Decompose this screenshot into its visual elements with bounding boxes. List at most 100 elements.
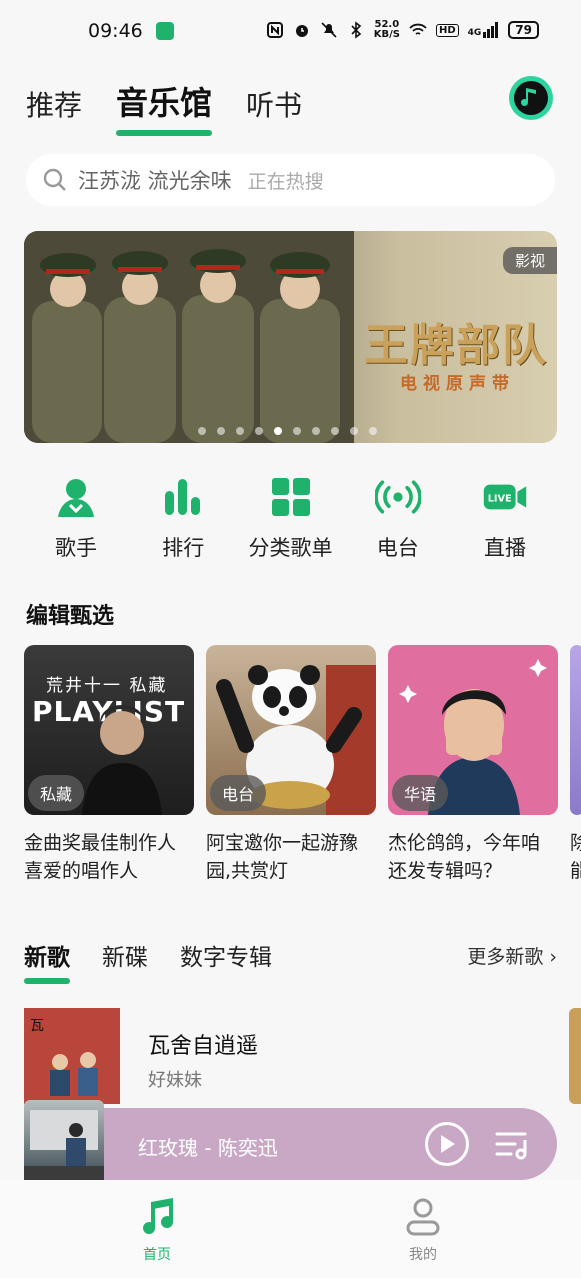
pick-card[interactable]: 华语 杰伦鸽鸽，今年咱还发专辑吗？: [388, 645, 558, 885]
bottom-nav-profile[interactable]: 我的: [383, 1196, 463, 1264]
chevron-right-icon: ›: [549, 946, 557, 968]
mini-player[interactable]: 红玫瑰 - 陈奕迅: [24, 1100, 557, 1180]
song-row[interactable]: 瓦 瓦舍自逍遥 好妹妹: [24, 1008, 557, 1104]
hd-badge: HD: [435, 23, 459, 37]
profile-icon: [406, 1198, 440, 1236]
status-bar: 09:46 52.0 KB/S HD 4G 79: [0, 0, 581, 62]
pagination-dot[interactable]: [293, 427, 301, 435]
more-new-songs-label: 更多新歌: [467, 946, 544, 968]
quick-nav-label: 歌手: [55, 536, 97, 560]
song-album-art: 瓦: [24, 1008, 120, 1104]
pick-card[interactable]: 荒井十一 私藏 PLAYLIST 私藏 金曲奖最佳制作人喜爱的唱作人: [24, 645, 194, 885]
status-icons: 52.0 KB/S HD 4G 79: [266, 20, 539, 40]
net-speed: 52.0 KB/S: [373, 19, 400, 40]
more-new-songs-link[interactable]: 更多新歌 ›: [467, 942, 557, 969]
status-time: 09:46: [88, 20, 143, 42]
quick-nav-label: 直播: [484, 536, 526, 560]
message-notification-icon: [156, 22, 174, 40]
pick-badge: 电台: [210, 775, 267, 811]
banner-title: 王牌部队: [364, 320, 548, 371]
pick-card[interactable]: 电台 阿宝邀你一起游豫园,共赏灯: [206, 645, 376, 885]
quick-nav-charts[interactable]: 排行: [133, 474, 233, 562]
quick-nav-radio[interactable]: 电台: [348, 474, 448, 562]
pagination-dot[interactable]: [331, 427, 339, 435]
playlist-icon: [495, 1132, 527, 1160]
pagination-dot[interactable]: [255, 427, 263, 435]
banner-subtitle: 电视原声带: [400, 374, 515, 394]
tab-new-songs[interactable]: 新歌: [24, 938, 70, 984]
singer-icon: [53, 474, 99, 520]
now-playing-text: 红玫瑰 - 陈奕迅: [138, 1136, 278, 1160]
radio-icon: [374, 474, 421, 520]
quick-nav: 歌手 排行 分类歌单 电台 LIVE 直播: [26, 474, 555, 562]
player-album-cover: [24, 1100, 104, 1180]
pick-cover: 电台: [206, 645, 376, 815]
banner-pagination[interactable]: [198, 427, 377, 435]
wifi-icon: [409, 23, 427, 35]
tab-digital-albums[interactable]: 数字专辑: [180, 938, 272, 972]
bottom-nav: 首页 我的: [0, 1180, 581, 1278]
promo-banner[interactable]: 王牌部队 电视原声带 影视: [24, 231, 557, 443]
section-title-editors-picks: 编辑甄选: [26, 604, 115, 629]
grid-icon: [268, 474, 314, 520]
pagination-dot[interactable]: [350, 427, 358, 435]
pick-caption: 杰伦鸽鸽，今年咱还发专辑吗？: [388, 832, 541, 882]
search-bar[interactable]: 汪苏泷 流光余味 正在热搜: [26, 154, 555, 206]
play-icon: [441, 1135, 455, 1153]
playlist-button[interactable]: [495, 1130, 529, 1164]
pick-badge: 华语: [392, 775, 449, 811]
banner-soldiers-image: [24, 231, 354, 443]
top-tabs: 推荐 音乐馆 听书: [26, 78, 302, 136]
svg-text:瓦: 瓦: [30, 1018, 44, 1034]
pick-caption: 阿宝邀你一起游豫园,共赏灯: [206, 832, 359, 882]
quick-nav-label: 分类歌单: [248, 536, 333, 560]
pagination-dot[interactable]: [236, 427, 244, 435]
live-icon: LIVE: [482, 474, 528, 520]
tab-music-hall[interactable]: 音乐馆: [116, 78, 213, 136]
pagination-dot[interactable]: [274, 427, 282, 435]
search-icon: [43, 168, 66, 191]
svg-text:LIVE: LIVE: [488, 493, 512, 504]
pick-cover: 华语: [388, 645, 558, 815]
music-note-button[interactable]: [509, 76, 553, 120]
music-note-icon: [143, 1198, 174, 1235]
network-type: 4G: [467, 28, 482, 38]
nfc-icon: [266, 22, 283, 38]
tab-new-albums[interactable]: 新碟: [102, 938, 148, 972]
banner-category-tag: 影视: [502, 247, 557, 274]
bottom-nav-label: 首页: [143, 1247, 171, 1263]
quick-nav-label: 排行: [162, 536, 205, 560]
music-note-icon: [514, 81, 548, 115]
tab-audiobooks[interactable]: 听书: [246, 84, 302, 124]
signal-strength: 4G: [468, 22, 500, 38]
signal-icon: [483, 22, 499, 38]
pick-caption: 除 能: [570, 832, 581, 882]
bottom-nav-home[interactable]: 首页: [117, 1196, 197, 1264]
new-music-tabs: 新歌 新碟 数字专辑: [24, 938, 272, 984]
pick-cover: [570, 645, 581, 815]
pagination-dot[interactable]: [217, 427, 225, 435]
quick-nav-label: 电台: [376, 536, 419, 560]
chart-icon: [160, 474, 206, 520]
search-hot-query: 汪苏泷 流光余味: [78, 169, 232, 193]
bluetooth-icon: [351, 21, 361, 39]
pick-cover: 荒井十一 私藏 PLAYLIST 私藏: [24, 645, 194, 815]
song-title: 瓦舍自逍遥: [148, 1034, 259, 1059]
pagination-dot[interactable]: [198, 427, 206, 435]
battery-level: 79: [508, 21, 539, 39]
pagination-dot[interactable]: [312, 427, 320, 435]
play-button[interactable]: [425, 1122, 469, 1166]
tab-recommend[interactable]: 推荐: [26, 84, 82, 124]
pagination-dot[interactable]: [369, 427, 377, 435]
pick-card-partial[interactable]: 除 能: [570, 645, 581, 885]
song-artist: 好妹妹: [148, 1070, 202, 1091]
alarm-icon: [295, 25, 308, 37]
next-song-art-partial: [569, 1008, 581, 1104]
quick-nav-playlists[interactable]: 分类歌单: [241, 474, 341, 562]
mute-icon: [321, 22, 337, 38]
editors-picks-carousel: 荒井十一 私藏 PLAYLIST 私藏 金曲奖最佳制作人喜爱的唱作人: [24, 645, 581, 885]
quick-nav-live[interactable]: LIVE 直播: [455, 474, 555, 562]
search-hint: 正在热搜: [247, 170, 324, 193]
quick-nav-singers[interactable]: 歌手: [26, 474, 126, 562]
pick-badge: 私藏: [28, 775, 85, 811]
